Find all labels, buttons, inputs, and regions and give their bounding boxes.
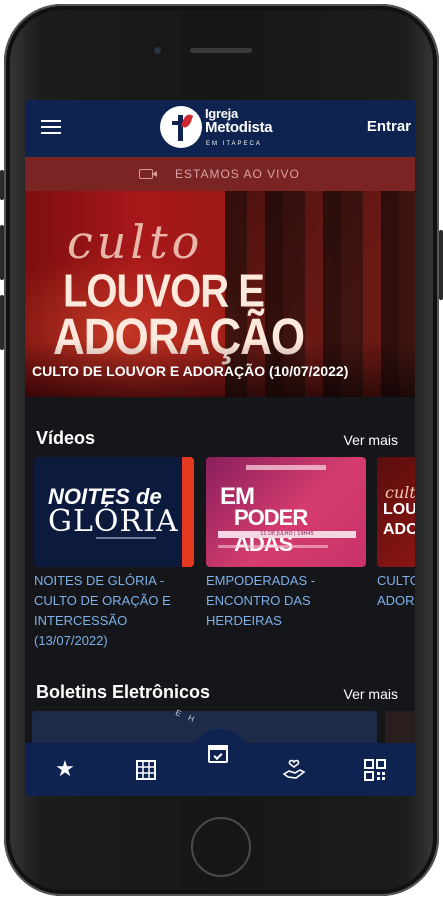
logo-text: Igreja Metodista — [205, 106, 273, 136]
video-title[interactable]: CULTO DE LOUVOR E ADORAÇÃO (10/07/2022) — [377, 571, 415, 611]
video-thumbnail[interactable]: culto LOU ADO — [377, 457, 415, 567]
bulletins-see-more-link[interactable]: Ver mais — [344, 686, 398, 702]
app-screen: Igreja Metodista EM ITAPECA Entrar ESTAM… — [25, 100, 415, 796]
schedule-button[interactable] — [191, 729, 249, 787]
login-button[interactable]: Entrar — [367, 118, 411, 135]
donation-hand-icon[interactable] — [279, 755, 309, 785]
video-thumbnail[interactable]: EM PODER ADAS 11 DE JULHO | 19H45 — [206, 457, 366, 567]
logo-subtitle: EM ITAPECA — [206, 141, 262, 147]
video-thumbnail[interactable]: NOITES de GLÓRIA — [34, 457, 194, 567]
hero-script-text: culto — [67, 215, 204, 269]
hero-banner[interactable]: culto LOUVOR E ADORAÇÃO CULTO DE LOUVOR … — [25, 191, 415, 397]
volume-down-button — [0, 295, 4, 350]
power-button — [439, 230, 443, 300]
app-header: Igreja Metodista EM ITAPECA Entrar — [25, 100, 415, 157]
videos-section-title: Vídeos — [36, 428, 96, 448]
bottom-navigation: ★ — [25, 729, 415, 796]
church-logo[interactable]: Igreja Metodista EM ITAPECA — [160, 105, 290, 151]
home-button[interactable] — [191, 817, 251, 877]
calendar-grid-icon[interactable] — [131, 755, 161, 785]
thumb-date-bar: 11 DE JULHO | 19H45 — [218, 531, 356, 538]
video-camera-icon — [139, 169, 157, 179]
qr-code-icon[interactable] — [360, 755, 390, 785]
logo-cross-icon — [160, 106, 202, 148]
live-banner[interactable]: ESTAMOS AO VIVO — [25, 157, 415, 191]
bulletins-section-title: Boletins Eletrônicos — [36, 682, 211, 702]
volume-up-button — [0, 225, 4, 280]
video-title[interactable]: EMPODERADAS - ENCONTRO DAS HERDEIRAS — [206, 571, 366, 631]
mute-switch — [0, 170, 4, 200]
menu-icon[interactable] — [41, 120, 61, 136]
videos-see-more-link[interactable]: Ver mais — [344, 432, 398, 448]
front-camera — [154, 47, 161, 54]
video-title[interactable]: NOITES DE GLÓRIA - CULTO DE ORAÇÃO E INT… — [34, 571, 194, 651]
hero-caption: CULTO DE LOUVOR E ADORAÇÃO (10/07/2022) — [32, 363, 349, 379]
calendar-check-icon — [208, 745, 228, 763]
live-text: ESTAMOS AO VIVO — [175, 167, 300, 181]
star-icon[interactable]: ★ — [50, 755, 80, 785]
earpiece-speaker — [190, 48, 252, 53]
